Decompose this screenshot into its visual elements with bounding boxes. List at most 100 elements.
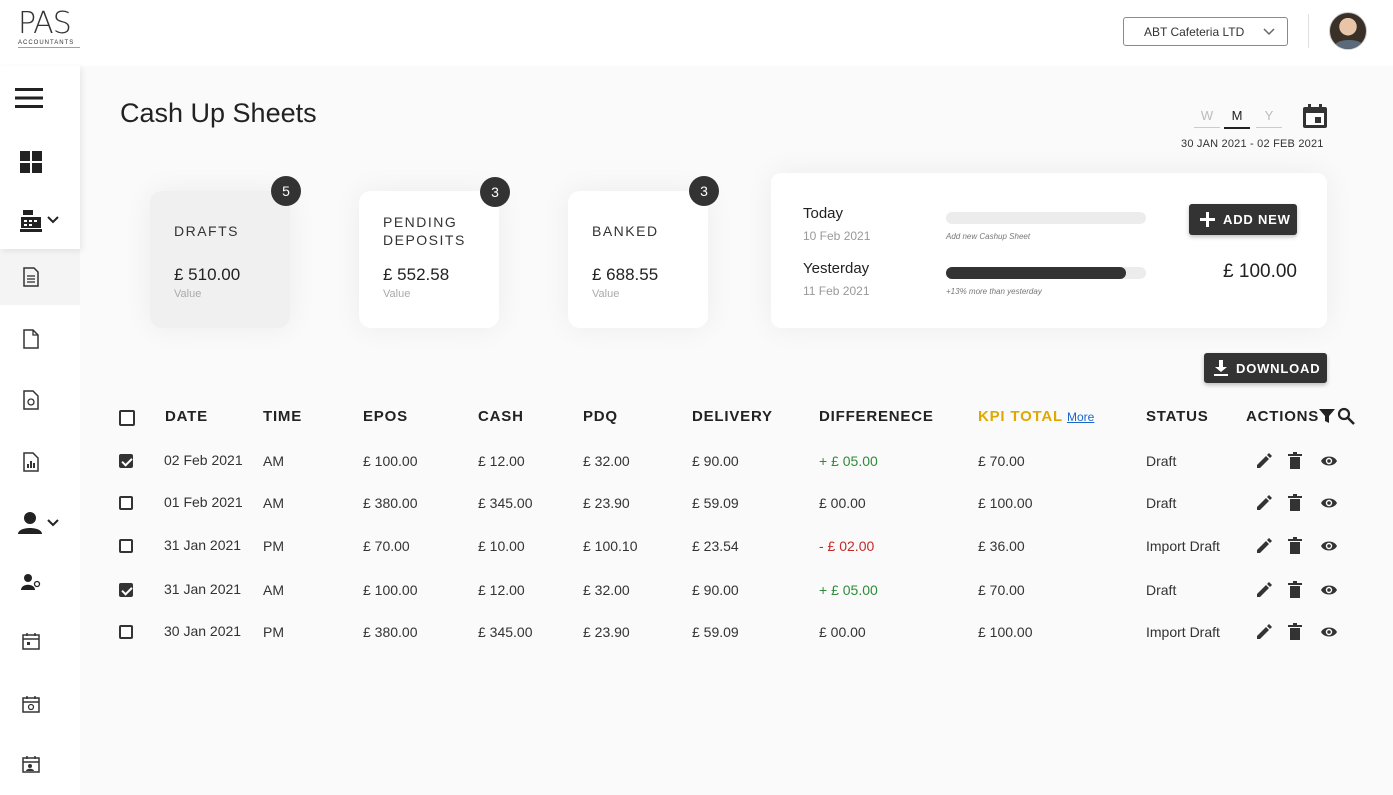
cell-difference: + £ 05.00 <box>819 453 878 469</box>
cell-status: Import Draft <box>1146 624 1220 640</box>
cell-status: Draft <box>1146 495 1177 511</box>
cell-delivery: £ 90.00 <box>692 582 739 598</box>
download-label: DOWNLOAD <box>1236 361 1321 376</box>
comparison-amount: £ 100.00 <box>1223 261 1297 282</box>
file-icon[interactable] <box>23 329 39 349</box>
stat-card-banked[interactable]: BANKED £ 688.55 Value <box>568 191 708 328</box>
column-header-delivery[interactable]: DELIVERY <box>692 408 773 425</box>
cell-cash: £ 10.00 <box>478 538 525 554</box>
stat-sub: Value <box>592 288 620 300</box>
cell-delivery: £ 59.09 <box>692 495 739 511</box>
row-checkbox[interactable] <box>119 625 133 639</box>
column-header-epos[interactable]: EPOS <box>363 408 408 425</box>
search-icon[interactable] <box>1337 407 1355 425</box>
cell-epos: £ 380.00 <box>363 624 418 640</box>
delete-icon[interactable] <box>1286 494 1304 512</box>
period-tab-year[interactable]: Y <box>1256 108 1282 128</box>
column-header-cash[interactable]: CASH <box>478 408 524 425</box>
count-badge: 5 <box>271 176 301 206</box>
comparison-card: Today 10 Feb 2021 Add new Cashup Sheet A… <box>771 173 1327 328</box>
row-checkbox[interactable] <box>119 454 133 468</box>
column-header-date[interactable]: DATE <box>165 408 208 425</box>
yesterday-label: Yesterday <box>803 260 870 277</box>
cell-pdq: £ 32.00 <box>583 453 630 469</box>
stat-card-drafts[interactable]: DRAFTS £ 510.00 Value <box>150 191 290 328</box>
cell-time: AM <box>263 453 284 469</box>
cell-difference: + £ 05.00 <box>819 582 878 598</box>
view-icon[interactable] <box>1318 581 1340 599</box>
column-header-difference[interactable]: DIFFERENECE <box>819 408 934 425</box>
view-icon[interactable] <box>1318 452 1340 470</box>
cell-date: 31 Jan 2021 <box>164 537 242 553</box>
sidebar <box>0 66 80 795</box>
stat-value: £ 552.58 <box>383 265 450 284</box>
cell-kpi-total: £ 70.00 <box>978 453 1025 469</box>
file-chart-icon[interactable] <box>23 452 39 472</box>
company-select[interactable]: ABT Cafeteria LTD <box>1123 17 1288 46</box>
filter-icon[interactable] <box>1319 408 1335 424</box>
calendar-icon[interactable] <box>1302 103 1328 129</box>
select-all-checkbox[interactable] <box>119 410 135 426</box>
row-checkbox[interactable] <box>119 496 133 510</box>
cell-pdq: £ 23.90 <box>583 624 630 640</box>
yesterday-note: +13% more than yesterday <box>946 287 1042 296</box>
delete-icon[interactable] <box>1286 581 1304 599</box>
edit-icon[interactable] <box>1255 452 1273 470</box>
stat-sub: Value <box>383 288 411 300</box>
cell-date: 02 Feb 2021 <box>164 452 243 468</box>
kpi-more-link[interactable]: More <box>1067 410 1094 424</box>
dashboard-icon[interactable] <box>20 151 42 173</box>
delete-icon[interactable] <box>1286 623 1304 641</box>
view-icon[interactable] <box>1318 494 1340 512</box>
cell-date: 30 Jan 2021 <box>164 623 242 639</box>
chevron-down-icon[interactable] <box>47 518 59 528</box>
cell-time: AM <box>263 582 284 598</box>
cell-difference: £ 00.00 <box>819 495 866 511</box>
calendar-settings-icon[interactable] <box>22 695 40 713</box>
users-manage-icon[interactable] <box>21 574 41 590</box>
period-tab-week[interactable]: W <box>1194 108 1220 128</box>
menu-icon[interactable] <box>15 86 43 110</box>
sidebar-submenu <box>0 249 80 305</box>
company-logo[interactable]: PAS ACCOUNTANTS <box>18 9 80 53</box>
cell-status: Draft <box>1146 453 1177 469</box>
cell-delivery: £ 90.00 <box>692 453 739 469</box>
cell-date: 31 Jan 2021 <box>164 581 242 597</box>
cell-cash: £ 12.00 <box>478 582 525 598</box>
edit-icon[interactable] <box>1255 494 1273 512</box>
column-header-status[interactable]: STATUS <box>1146 408 1209 425</box>
stat-card-pending-deposits[interactable]: PENDING DEPOSITS £ 552.58 Value <box>359 191 499 328</box>
cell-cash: £ 345.00 <box>478 624 533 640</box>
delete-icon[interactable] <box>1286 452 1304 470</box>
chevron-down-icon[interactable] <box>47 215 59 225</box>
document-icon[interactable] <box>23 267 39 287</box>
download-button[interactable]: DOWNLOAD <box>1204 353 1327 383</box>
cell-cash: £ 345.00 <box>478 495 533 511</box>
calendar-user-icon[interactable] <box>22 755 40 773</box>
calendar-icon[interactable] <box>22 632 40 650</box>
progress-fill <box>946 267 1126 279</box>
column-header-pdq[interactable]: PDQ <box>583 408 618 425</box>
count-badge: 3 <box>480 177 510 207</box>
today-date: 10 Feb 2021 <box>803 229 871 243</box>
sidebar-main-group <box>0 66 80 249</box>
row-checkbox[interactable] <box>119 583 133 597</box>
column-header-time[interactable]: TIME <box>263 408 302 425</box>
view-icon[interactable] <box>1318 623 1340 641</box>
edit-icon[interactable] <box>1255 581 1273 599</box>
cash-register-icon[interactable] <box>20 210 42 232</box>
cell-delivery: £ 23.54 <box>692 538 739 554</box>
logo-text: PAS <box>18 6 72 41</box>
avatar[interactable] <box>1329 12 1367 50</box>
page-title: Cash Up Sheets <box>120 98 317 128</box>
period-tab-month[interactable]: M <box>1224 108 1250 129</box>
column-header-kpi-total[interactable]: KPI TOTAL <box>978 408 1063 425</box>
add-new-button[interactable]: ADD NEW <box>1189 204 1297 235</box>
delete-icon[interactable] <box>1286 537 1304 555</box>
row-checkbox[interactable] <box>119 539 133 553</box>
user-icon[interactable] <box>18 512 42 534</box>
edit-icon[interactable] <box>1255 623 1273 641</box>
edit-icon[interactable] <box>1255 537 1273 555</box>
file-money-icon[interactable] <box>23 390 39 410</box>
view-icon[interactable] <box>1318 537 1340 555</box>
